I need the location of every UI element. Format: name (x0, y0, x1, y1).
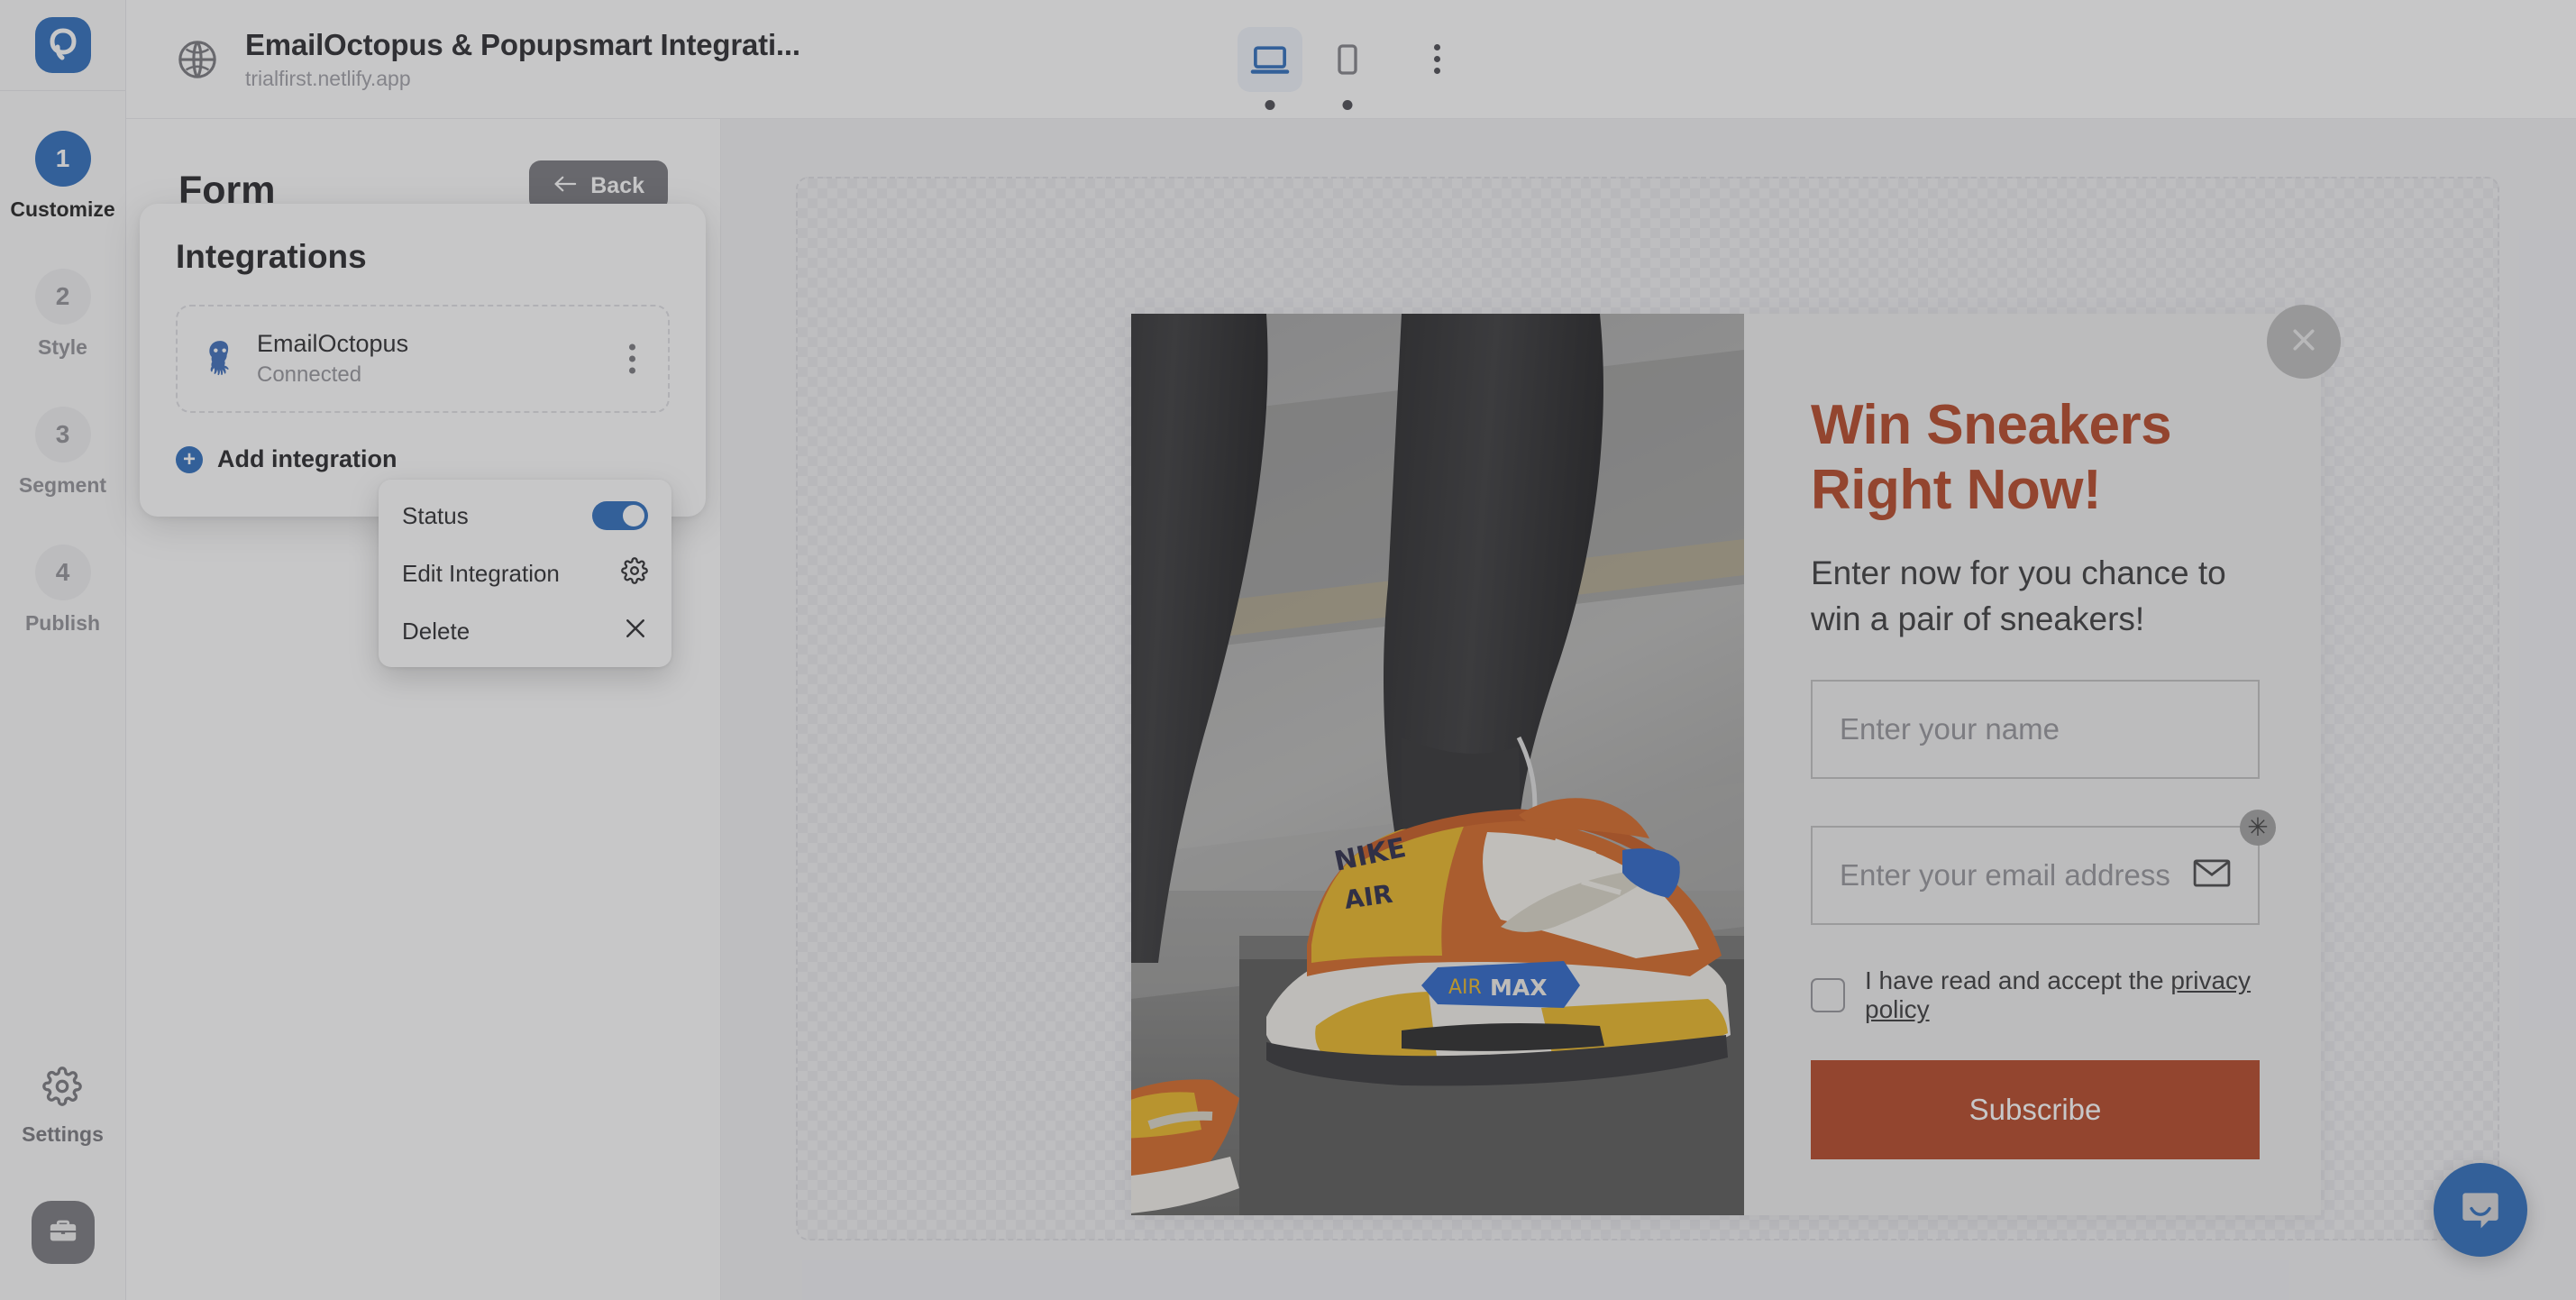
integration-list-item[interactable]: EmailOctopus Connected (176, 305, 670, 413)
sidebar-step-publish[interactable]: 4 Publish (0, 545, 125, 636)
add-integration-label: Add integration (217, 445, 397, 473)
consent-checkbox[interactable] (1811, 978, 1845, 1012)
arrow-left-icon (553, 173, 578, 199)
close-x-icon (2288, 324, 2320, 361)
step-label: Segment (19, 473, 106, 498)
sneaker-photo: NIKE AIR AIR MAX (1131, 314, 1744, 1215)
active-device-dot (1265, 100, 1275, 110)
gear-icon (42, 1067, 82, 1111)
integration-context-menu: Status Edit Integration Delete (379, 480, 671, 667)
email-input[interactable]: Enter your email address ✳ (1811, 826, 2260, 925)
close-x-icon (623, 616, 648, 647)
device-toggle-group (1238, 27, 1465, 92)
svg-text:MAX: MAX (1490, 975, 1548, 1001)
sidebar-item-settings[interactable]: Settings (22, 1067, 104, 1147)
kebab-menu-icon[interactable] (1409, 32, 1465, 87)
popup-subtext: Enter now for you chance to win a pair o… (1811, 550, 2260, 642)
desktop-view-button[interactable] (1238, 27, 1302, 92)
required-field-marker[interactable]: ✳ (2240, 810, 2276, 846)
consent-row: I have read and accept the privacy polic… (1811, 966, 2260, 1024)
chat-bubble-icon[interactable] (2434, 1163, 2527, 1257)
integration-text: EmailOctopus Connected (257, 330, 408, 388)
consent-text: I have read and accept the privacy polic… (1865, 966, 2260, 1024)
integration-name: EmailOctopus (257, 330, 408, 358)
left-rail: 1 Customize 2 Style 3 Segment 4 Publish (0, 0, 126, 1300)
envelope-icon (2193, 858, 2231, 892)
integrations-title: Integrations (176, 238, 670, 276)
plus-circle-icon: + (176, 446, 203, 473)
panel-header: Form Back (126, 119, 720, 213)
sidebar-step-style[interactable]: 2 Style (0, 269, 125, 360)
gear-icon (621, 557, 648, 590)
status-toggle[interactable] (592, 501, 648, 530)
menu-item-delete[interactable]: Delete (379, 602, 671, 660)
emailoctopus-icon (203, 340, 237, 378)
integrations-card: Integrations EmailOctopus Connected + Ad… (140, 204, 706, 517)
step-badge: 4 (35, 545, 91, 600)
sidebar-step-customize[interactable]: 1 Customize (0, 131, 125, 222)
kebab-menu-icon[interactable] (622, 337, 643, 381)
site-meta: EmailOctopus & Popupsmart Integrati... t… (245, 28, 800, 91)
step-badge: 2 (35, 269, 91, 325)
sidebar-step-segment[interactable]: 3 Segment (0, 407, 125, 498)
page-title: EmailOctopus & Popupsmart Integrati... (245, 28, 800, 62)
integration-status: Connected (257, 362, 408, 388)
popup-close-button[interactable] (2267, 305, 2341, 379)
popupsmart-logo-icon[interactable] (35, 17, 91, 73)
site-url: trialfirst.netlify.app (245, 67, 800, 91)
name-input-placeholder: Enter your name (1840, 712, 2060, 746)
briefcase-button[interactable] (32, 1201, 95, 1264)
device-dot (1343, 100, 1353, 110)
briefcase-icon (48, 1215, 78, 1250)
sidebar-item-label: Settings (22, 1122, 104, 1147)
top-bar: EmailOctopus & Popupsmart Integrati... t… (126, 0, 2576, 119)
preview-stage: NIKE AIR AIR MAX (721, 119, 2576, 1300)
step-label: Customize (10, 197, 114, 222)
menu-item-label: Status (402, 502, 469, 530)
step-badge: 1 (35, 131, 91, 187)
rail-bottom: Settings (0, 1067, 125, 1300)
menu-item-status[interactable]: Status (379, 487, 671, 545)
subscribe-button[interactable]: Subscribe (1811, 1060, 2260, 1159)
step-list: 1 Customize 2 Style 3 Segment 4 Publish (0, 131, 125, 682)
globe-icon (173, 35, 222, 84)
svg-text:AIR: AIR (1448, 976, 1482, 999)
mobile-view-button[interactable] (1315, 27, 1380, 92)
menu-item-edit-integration[interactable]: Edit Integration (379, 545, 671, 602)
popup-preview: NIKE AIR AIR MAX (1131, 314, 2321, 1215)
add-integration-button[interactable]: + Add integration (176, 445, 670, 473)
email-input-placeholder: Enter your email address (1840, 858, 2170, 893)
rail-divider (0, 90, 126, 91)
preview-canvas: NIKE AIR AIR MAX (796, 177, 2499, 1240)
consent-prefix: I have read and accept the (1865, 966, 2170, 994)
app-root: 1 Customize 2 Style 3 Segment 4 Publish (0, 0, 2576, 1300)
menu-item-label: Delete (402, 618, 470, 645)
step-label: Style (38, 335, 87, 360)
popup-headline: Win Sneakers Right Now! (1811, 393, 2260, 523)
name-input[interactable]: Enter your name (1811, 680, 2260, 779)
menu-item-label: Edit Integration (402, 560, 560, 588)
step-label: Publish (25, 611, 100, 636)
popup-body: Win Sneakers Right Now! Enter now for yo… (1744, 314, 2321, 1215)
back-button-label: Back (590, 173, 644, 199)
step-badge: 3 (35, 407, 91, 462)
